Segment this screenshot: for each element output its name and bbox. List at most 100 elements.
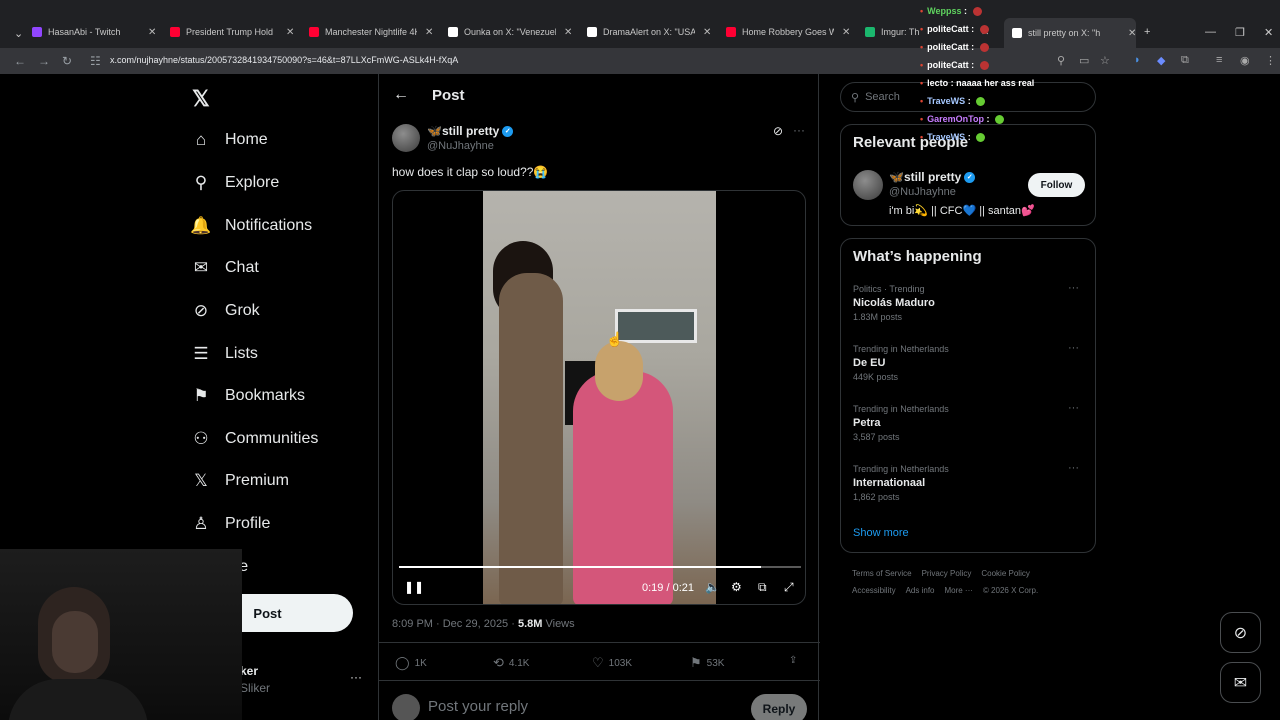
relevant-name[interactable]: 🦋still pretty ✓ xyxy=(889,170,976,184)
follow-button[interactable]: Follow xyxy=(1028,173,1085,197)
browser-tab[interactable]: Home Robbery Goes Wro ✕ xyxy=(726,22,850,42)
nav-item-lists[interactable]: ☰ Lists xyxy=(190,339,258,369)
footer-row-2: Accessibility Ads info More ··· © 2026 X Co… xyxy=(852,586,1048,595)
volume-icon[interactable]: 🔈 xyxy=(705,580,720,594)
share-icon[interactable]: ⇪ xyxy=(789,655,797,666)
fullscreen-icon[interactable]: ⤢ xyxy=(784,580,794,595)
bookmark-star-icon[interactable]: ☆ xyxy=(1100,54,1110,67)
chat-badge-icon: • xyxy=(920,78,924,88)
tab-close-icon[interactable]: ✕ xyxy=(564,27,572,38)
footer-link[interactable]: Privacy Policy xyxy=(922,569,972,578)
verified-badge-icon: ✓ xyxy=(964,172,976,184)
new-tab-icon[interactable]: + xyxy=(1144,26,1150,38)
tab-search-icon[interactable]: ⌄ xyxy=(14,27,23,40)
reply-action[interactable]: ◯ 1K xyxy=(395,655,427,671)
nav-item-home[interactable]: ⌂ Home xyxy=(190,125,268,155)
nav-item-bookmarks[interactable]: ⚑ Bookmarks xyxy=(190,381,305,411)
footer-link[interactable]: Accessibility xyxy=(852,586,896,595)
restore-icon[interactable]: ❐ xyxy=(1235,26,1245,39)
relevant-avatar[interactable] xyxy=(853,170,883,200)
shield-extension-icon[interactable]: ◆ xyxy=(1157,54,1165,67)
x-logo-icon[interactable]: 𝕏 xyxy=(192,86,210,112)
footer-row-1: Terms of Service Privacy Policy Cookie Pol… xyxy=(852,569,1040,578)
grok-explain-icon[interactable]: ⊘ xyxy=(773,124,783,138)
messages-fab-icon[interactable]: ✉ xyxy=(1220,662,1261,703)
author-avatar[interactable] xyxy=(392,124,420,152)
post-more-icon[interactable]: ··· xyxy=(793,123,805,137)
show-more-link[interactable]: Show more xyxy=(853,527,909,539)
browser-tab[interactable]: HasanAbi - Twitch ✕ xyxy=(32,22,156,42)
trend-item[interactable]: Politics · Trending Nicolás Maduro 1.83M p… xyxy=(853,282,1085,322)
trend-item[interactable]: Trending in Netherlands Petra 3,587 posts ·… xyxy=(853,402,1085,442)
relevant-handle[interactable]: @NuJhayhne xyxy=(889,186,956,198)
back-icon[interactable]: ← xyxy=(14,54,26,68)
trend-more-icon[interactable]: ··· xyxy=(1068,462,1079,474)
like-action[interactable]: ♡ 103K xyxy=(592,655,632,671)
footer-link[interactable]: Terms of Service xyxy=(852,569,912,578)
zoom-icon[interactable]: ⚲ xyxy=(1057,54,1065,67)
video-settings-icon[interactable]: ⚙ xyxy=(731,580,742,594)
trend-item[interactable]: Trending in Netherlands De EU 449K posts ··… xyxy=(853,342,1085,382)
browser-tab[interactable]: President Trump Hold ✕ xyxy=(170,22,294,42)
back-arrow-icon[interactable]: ← xyxy=(393,86,409,104)
tab-favicon-icon xyxy=(1012,28,1022,38)
reply-button[interactable]: Reply xyxy=(751,694,807,720)
reading-list-icon[interactable]: ≡ xyxy=(1216,54,1222,66)
repost-action[interactable]: ⟲ 4.1K xyxy=(493,655,529,671)
nav-item-chat[interactable]: ✉ Chat xyxy=(190,253,259,283)
nav-item-profile[interactable]: ♙ Profile xyxy=(190,509,270,539)
footer-link[interactable]: Cookie Policy xyxy=(981,569,1029,578)
footer-link[interactable]: © 2026 X Corp. xyxy=(983,586,1038,595)
browser-tab[interactable]: DramaAlert on X: "USA W ✕ xyxy=(587,22,711,42)
close-window-icon[interactable]: ✕ xyxy=(1264,26,1273,39)
tab-close-icon[interactable]: ✕ xyxy=(148,27,156,38)
nav-item-grok[interactable]: ⊘ Grok xyxy=(190,296,260,326)
author-name[interactable]: 🦋still pretty ✓ xyxy=(427,124,514,138)
nav-item-notifications[interactable]: 🔔 Notifications xyxy=(190,211,312,241)
author-handle[interactable]: @NuJhayhne xyxy=(427,140,494,152)
nav-label: Communities xyxy=(225,430,319,447)
tab-favicon-icon xyxy=(587,27,597,37)
post-time[interactable]: 8:09 PM · Dec 29, 2025 · xyxy=(392,618,518,630)
extensions-icon[interactable]: ⧉ xyxy=(1181,54,1189,67)
nav-item-communities[interactable]: ⚇ Communities xyxy=(190,424,318,454)
trend-more-icon[interactable]: ··· xyxy=(1068,402,1079,414)
grok-fab-icon[interactable]: ⊘ xyxy=(1220,612,1261,653)
reload-icon[interactable]: ↻ xyxy=(62,54,72,68)
browser-tab[interactable]: Manchester Nightlife 4K - ✕ xyxy=(309,22,433,42)
extension-icon[interactable]: ◗ xyxy=(1134,54,1141,66)
nav-item-premium[interactable]: 𝕏 Premium xyxy=(190,466,289,496)
tab-close-icon[interactable]: ✕ xyxy=(842,27,850,38)
footer-link[interactable]: Ads info xyxy=(906,586,935,595)
tab-close-icon[interactable]: ✕ xyxy=(286,27,294,38)
nav-item-explore[interactable]: ⚲ Explore xyxy=(190,168,279,198)
tab-close-icon[interactable]: ✕ xyxy=(1128,28,1136,39)
footer-link[interactable]: More ··· xyxy=(944,586,972,595)
cast-icon[interactable]: ▭ xyxy=(1079,54,1089,67)
trend-more-icon[interactable]: ··· xyxy=(1068,342,1079,354)
browser-tab[interactable]: Ounka on X: "Venezuela's ✕ xyxy=(448,22,572,42)
account-name[interactable]: ker xyxy=(240,664,258,678)
browser-tab[interactable]: still pretty on X: "h ✕ xyxy=(1004,18,1137,48)
account-handle[interactable]: Sliker xyxy=(240,681,270,695)
minimize-icon[interactable]: — xyxy=(1205,26,1216,38)
browser-menu-icon[interactable]: ⋮ xyxy=(1265,54,1276,67)
pip-icon[interactable]: ⧉ xyxy=(758,580,767,595)
profile-avatar-icon[interactable]: ◉ xyxy=(1240,54,1250,67)
video-player[interactable]: ❚❚ 0:19 / 0:21 🔈 ⚙ ⧉ ⤢ xyxy=(392,190,806,605)
reply-input[interactable]: Post your reply xyxy=(428,698,528,715)
trend-item[interactable]: Trending in Netherlands Internationaal 1,8… xyxy=(853,462,1085,502)
tab-favicon-icon xyxy=(170,27,180,37)
forward-icon[interactable]: → xyxy=(38,54,50,68)
pause-icon[interactable]: ❚❚ xyxy=(404,580,424,594)
video-progress-bar[interactable] xyxy=(399,566,801,568)
bookmark-action[interactable]: ⚑ 53K xyxy=(690,655,724,671)
address-input[interactable]: x.com/nujhayhne/status/20057328419347500… xyxy=(110,55,458,65)
site-info-icon[interactable]: ☷ xyxy=(90,54,101,68)
tab-close-icon[interactable]: ✕ xyxy=(425,27,433,38)
tab-favicon-icon xyxy=(32,27,42,37)
video-person-left xyxy=(499,273,563,604)
trend-more-icon[interactable]: ··· xyxy=(1068,282,1079,294)
account-more-icon[interactable]: ··· xyxy=(350,670,362,684)
tab-close-icon[interactable]: ✕ xyxy=(703,27,711,38)
